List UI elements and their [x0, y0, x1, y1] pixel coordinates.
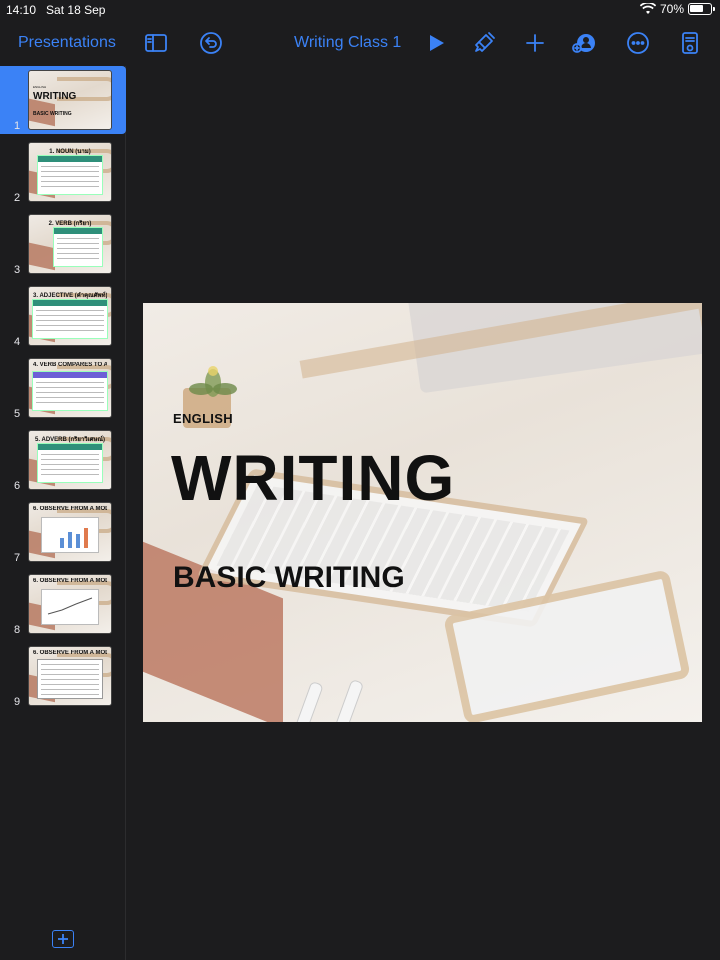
add-slide-button[interactable]	[52, 930, 74, 948]
pens-icon	[295, 680, 363, 722]
thumbnail-preview: 6. OBSERVE FROM A MODEL ANSWER	[28, 502, 112, 562]
sidebar-icon	[145, 34, 167, 52]
slide-number: 4	[14, 336, 21, 348]
slide-number: 5	[14, 408, 21, 420]
more-button[interactable]	[626, 28, 650, 58]
slide-navigator: ENGLISH WRITING BASIC WRITING 1 1. NOUN …	[0, 66, 126, 960]
slide-thumbnail-9[interactable]: 6. OBSERVE FROM A MODEL ANSWER 9	[0, 642, 126, 710]
current-slide[interactable]: ENGLISH WRITING BASIC WRITING	[143, 303, 702, 722]
slide-thumbnail-6[interactable]: 5. ADVERB (กริยาวิเศษณ์) 6	[0, 426, 126, 494]
status-time: 14:10 Sat 18 Sep	[6, 3, 106, 17]
slide-title[interactable]: WRITING	[171, 441, 455, 515]
slide-number: 3	[14, 264, 21, 276]
slide-subtitle[interactable]: BASIC WRITING	[173, 561, 405, 595]
slide-thumbnail-5[interactable]: 4. VERB COMPARES TO ADJECTIVE 5	[0, 354, 126, 422]
slide-eyebrow[interactable]: ENGLISH	[173, 411, 233, 426]
document-title[interactable]: Writing Class 1	[294, 28, 401, 58]
slide-canvas[interactable]: ENGLISH WRITING BASIC WRITING	[127, 66, 720, 960]
slide-number: 8	[14, 624, 21, 636]
collaborate-icon	[572, 34, 595, 53]
battery-percent: 70%	[659, 2, 684, 16]
battery-icon	[688, 3, 715, 15]
status-bar: 14:10 Sat 18 Sep 70%	[0, 0, 720, 20]
more-icon	[627, 32, 649, 54]
collaborate-button[interactable]	[572, 28, 596, 58]
slide-number: 6	[14, 480, 21, 492]
thumbnail-preview: 2. VERB (กริยา)	[28, 214, 112, 274]
undo-icon	[200, 32, 222, 54]
format-button[interactable]	[472, 28, 496, 58]
sidebar-toggle-button[interactable]	[144, 28, 168, 58]
status-right: 70%	[639, 2, 715, 16]
thumbnail-preview: 3. ADJECTIVE (คำคุณศัพท์)	[28, 286, 112, 346]
add-button[interactable]	[523, 28, 547, 58]
slide-thumbnail-1[interactable]: ENGLISH WRITING BASIC WRITING 1	[0, 66, 126, 134]
paintbrush-icon	[475, 32, 495, 52]
undo-button[interactable]	[199, 28, 223, 58]
thumbnail-preview: 1. NOUN (นาม)	[28, 142, 112, 202]
slide-number: 2	[14, 192, 21, 204]
slide-thumbnail-3[interactable]: 2. VERB (กริยา) 3	[0, 210, 126, 278]
thumbnail-preview: 5. ADVERB (กริยาวิเศษณ์)	[28, 430, 112, 490]
presentations-back-button[interactable]: Presentations	[18, 28, 116, 58]
toolbar: Presentations Writing Class 1	[0, 20, 720, 66]
slide-number: 9	[14, 696, 21, 708]
slide-thumbnail-4[interactable]: 3. ADJECTIVE (คำคุณศัพท์) 4	[0, 282, 126, 350]
reader-icon	[682, 32, 698, 54]
slide-thumbnail-2[interactable]: 1. NOUN (นาม) 2	[0, 138, 126, 206]
slide-number: 7	[14, 552, 21, 564]
thumbnail-preview: 6. OBSERVE FROM A MODEL ANSWER	[28, 574, 112, 634]
slide-thumbnail-7[interactable]: 6. OBSERVE FROM A MODEL ANSWER 7	[0, 498, 126, 566]
thumbnail-preview: ENGLISH WRITING BASIC WRITING	[28, 70, 112, 130]
plus-icon	[58, 934, 68, 944]
play-icon	[430, 35, 444, 51]
thumbnail-preview: 6. OBSERVE FROM A MODEL ANSWER	[28, 646, 112, 706]
thumbnail-preview: 4. VERB COMPARES TO ADJECTIVE	[28, 358, 112, 418]
play-button[interactable]	[424, 28, 448, 58]
reader-view-button[interactable]	[678, 28, 702, 58]
plus-icon	[526, 34, 544, 52]
slide-number: 1	[14, 120, 21, 132]
wifi-icon	[639, 3, 656, 14]
slide-thumbnail-8[interactable]: 6. OBSERVE FROM A MODEL ANSWER 8	[0, 570, 126, 638]
plant-icon	[189, 366, 237, 397]
